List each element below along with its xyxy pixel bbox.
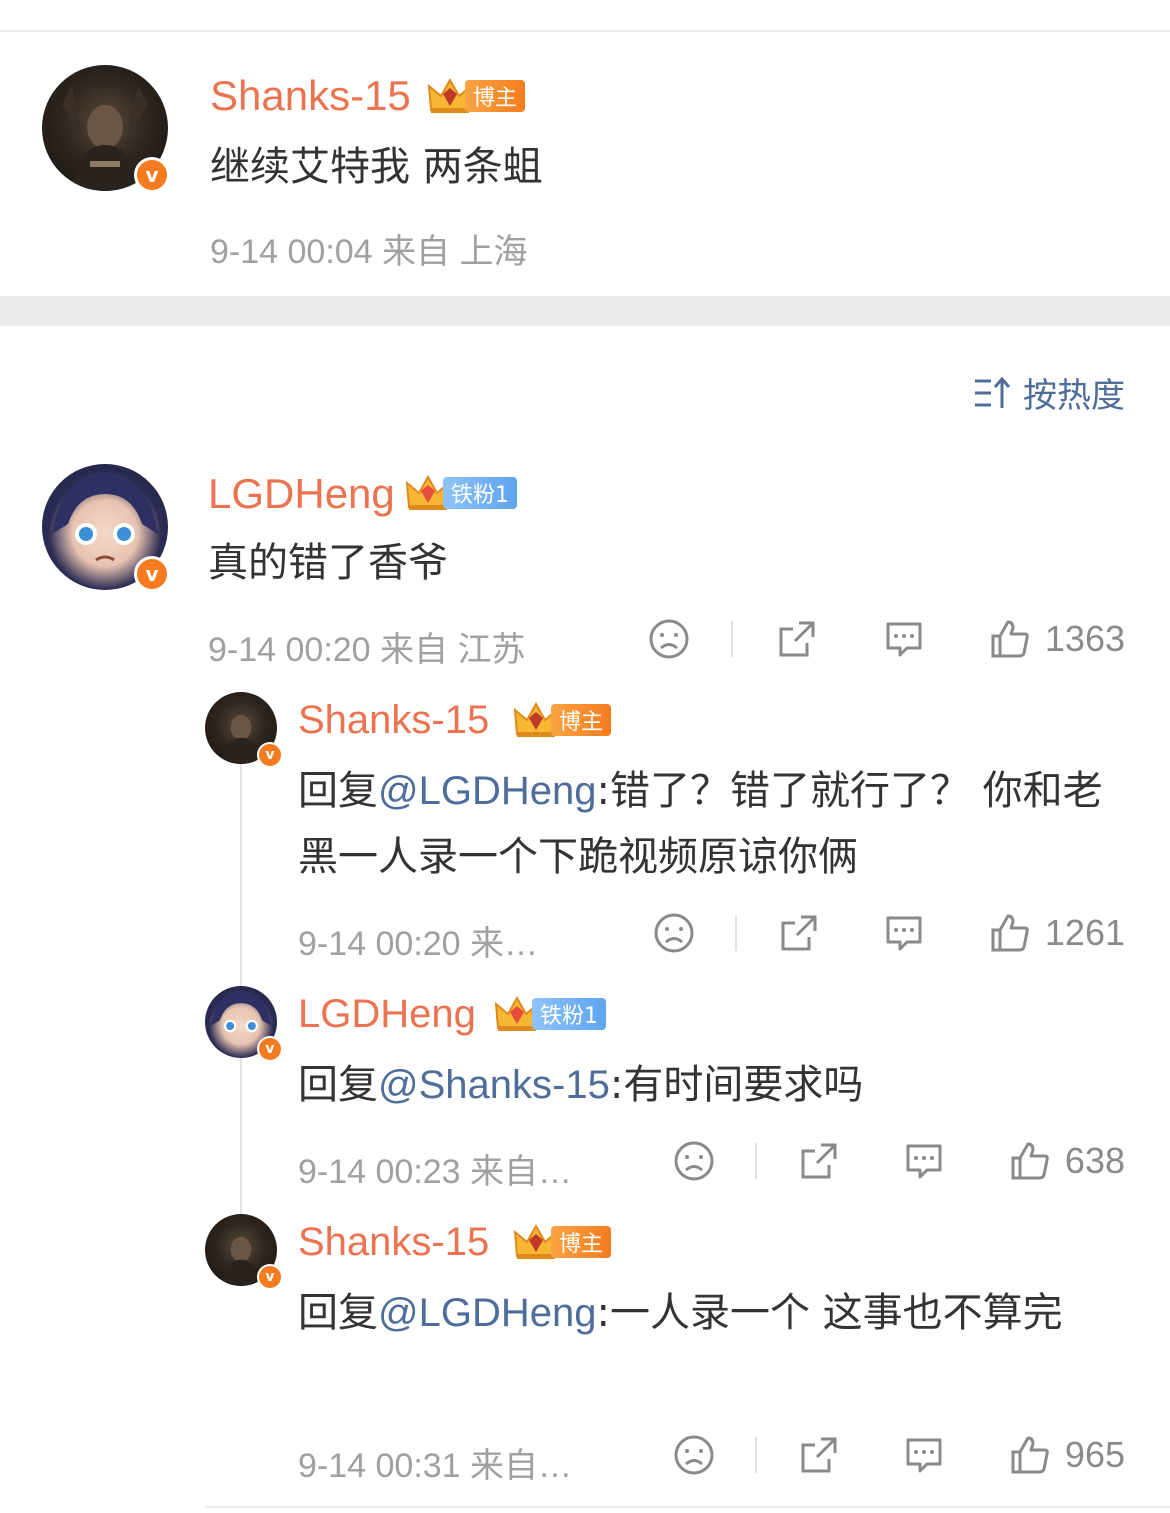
reply-text: 回复@LGDHeng:错了？错了就行了？ 你和老黑一人录一个下跪视频原谅你俩 — [298, 758, 1128, 890]
reply-body: :一人录一个 这事也不算完 — [596, 1290, 1063, 1336]
author-name[interactable]: LGDHeng — [298, 992, 476, 1037]
share-icon — [781, 915, 817, 951]
reply-meta: 9-14 00:20 来… — [298, 925, 539, 963]
badge-owner: 博主 — [513, 700, 612, 740]
reply-button[interactable] — [903, 1435, 945, 1475]
badge-label: 博主 — [465, 80, 526, 112]
reply-text: 回复@Shanks-15:有时间要求吗 — [298, 1052, 1128, 1118]
dislike-button[interactable] — [673, 1434, 715, 1476]
avatar[interactable]: v — [42, 65, 170, 193]
comment-actions: 1363 — [647, 618, 1125, 660]
comment-icon — [906, 1438, 942, 1473]
like-button[interactable]: 1363 — [989, 618, 1125, 660]
reply-prefix: 回复 — [298, 1062, 378, 1108]
share-button[interactable] — [799, 1435, 839, 1475]
avatar[interactable]: v — [42, 464, 170, 592]
reply-body: :有时间要求吗 — [609, 1062, 864, 1108]
author-name[interactable]: Shanks-15 — [298, 1220, 489, 1265]
divider — [734, 915, 737, 951]
like-button[interactable]: 965 — [1009, 1434, 1125, 1476]
badge-fan: 铁粉1 — [494, 994, 606, 1034]
avatar[interactable]: v — [205, 692, 283, 768]
reply-button[interactable] — [883, 619, 925, 659]
verified-icon: v — [134, 556, 170, 592]
reply-prefix: 回复 — [298, 1290, 378, 1336]
like-button[interactable]: 638 — [1009, 1140, 1125, 1182]
divider — [754, 1437, 757, 1473]
avatar[interactable]: v — [205, 1214, 283, 1290]
bottom-divider — [205, 1506, 1170, 1508]
badge-owner: 博主 — [427, 76, 526, 116]
comment-text: 真的错了香爷 — [208, 540, 448, 586]
mention-link[interactable]: @LGDHeng — [378, 1291, 596, 1335]
reply-button[interactable] — [903, 1141, 945, 1181]
reply-meta: 9-14 00:23 来自… — [298, 1153, 573, 1191]
like-count: 1363 — [1044, 618, 1125, 659]
thumbs-up-icon — [991, 914, 1029, 952]
post-text: 继续艾特我 两条蛆 — [210, 144, 543, 190]
author-name[interactable]: Shanks-15 — [210, 72, 411, 120]
badge-label: 铁粉1 — [532, 998, 606, 1030]
mention-link[interactable]: @LGDHeng — [378, 769, 596, 813]
author-name[interactable]: Shanks-15 — [298, 698, 489, 743]
thumbs-up-icon — [1011, 1436, 1049, 1474]
mention-link[interactable]: @Shanks-15 — [378, 1063, 610, 1107]
section-gap — [0, 296, 1170, 326]
share-icon — [801, 1143, 837, 1179]
sad-face-icon — [649, 619, 689, 659]
verified-icon: v — [257, 742, 283, 768]
thumbs-up-icon — [991, 620, 1029, 658]
sort-button[interactable]: 按热度 — [973, 368, 1125, 417]
divider — [754, 1143, 757, 1179]
reply-actions: 638 — [673, 1140, 1125, 1182]
sort-label: 按热度 — [1023, 376, 1125, 416]
sad-face-icon — [674, 1435, 714, 1475]
reply-actions: 1261 — [653, 912, 1125, 954]
share-icon — [779, 621, 815, 657]
like-count: 1261 — [1044, 912, 1125, 953]
share-icon — [801, 1437, 837, 1473]
like-count: 965 — [1064, 1434, 1125, 1475]
like-count: 638 — [1064, 1140, 1125, 1181]
badge-label: 博主 — [551, 1226, 612, 1258]
sad-face-icon — [674, 1141, 714, 1181]
comment-icon — [886, 916, 922, 951]
comment-icon — [886, 622, 922, 657]
reply-text: 回复@LGDHeng:一人录一个 这事也不算完 — [298, 1280, 1128, 1346]
like-button[interactable]: 1261 — [989, 912, 1125, 954]
verified-icon: v — [257, 1036, 283, 1062]
original-post: v Shanks-15 博主 继续艾特我 两条蛆 9-14 00:04 来自 上… — [0, 32, 1170, 296]
dislike-button[interactable] — [673, 1140, 715, 1182]
badge-owner: 博主 — [513, 1222, 612, 1262]
badge-label: 博主 — [551, 704, 612, 736]
divider — [730, 621, 733, 657]
reply-prefix: 回复 — [298, 768, 378, 814]
dislike-button[interactable] — [653, 912, 695, 954]
reply-meta: 9-14 00:31 来自… — [298, 1447, 573, 1485]
verified-icon: v — [134, 157, 170, 193]
author-name[interactable]: LGDHeng — [208, 470, 395, 518]
badge-fan: 铁粉1 — [405, 473, 517, 513]
sad-face-icon — [654, 913, 694, 953]
reply-button[interactable] — [883, 913, 925, 953]
verified-icon: v — [257, 1264, 283, 1290]
share-button[interactable] — [777, 619, 817, 659]
share-button[interactable] — [779, 913, 819, 953]
thumbs-up-icon — [1011, 1142, 1049, 1180]
comment-icon — [906, 1144, 942, 1179]
comment-meta: 9-14 00:20 来自 江苏 — [208, 631, 526, 669]
post-meta: 9-14 00:04 来自 上海 — [210, 233, 528, 271]
badge-label: 铁粉1 — [443, 477, 517, 509]
sort-icon — [975, 376, 1011, 408]
reply-actions: 965 — [673, 1434, 1125, 1476]
dislike-button[interactable] — [647, 618, 691, 660]
avatar[interactable]: v — [205, 986, 283, 1062]
share-button[interactable] — [799, 1141, 839, 1181]
